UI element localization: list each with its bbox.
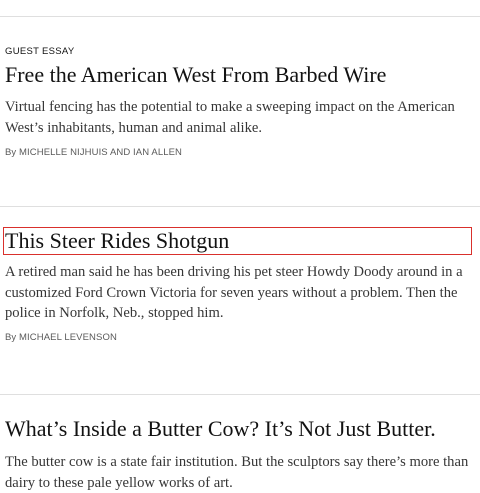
section-divider	[0, 206, 480, 207]
article-headline-link[interactable]: What’s Inside a Butter Cow? It’s Not Jus…	[5, 416, 436, 441]
article-headline[interactable]: What’s Inside a Butter Cow? It’s Not Jus…	[5, 416, 436, 442]
article-byline: By Michelle Nijhuis and Ian Allen	[5, 147, 182, 158]
section-divider	[0, 16, 480, 17]
article-headline-link[interactable]: Free the American West From Barbed Wire	[5, 62, 386, 87]
byline-authors: Michael Levenson	[19, 332, 117, 343]
article-summary: Virtual fencing has the potential to mak…	[5, 99, 455, 136]
article-byline: By Michael Levenson	[5, 332, 117, 343]
byline-authors: Michelle Nijhuis and Ian Allen	[19, 147, 183, 158]
article-kicker: Guest Essay	[5, 46, 75, 57]
article-headline[interactable]: Free the American West From Barbed Wire	[5, 62, 386, 88]
article-headline-link[interactable]: This Steer Rides Shotgun	[5, 228, 229, 253]
section-divider	[0, 394, 480, 395]
article-headline[interactable]: This Steer Rides Shotgun	[3, 227, 472, 255]
article-summary: The butter cow is a state fair instituti…	[5, 454, 469, 491]
byline-prefix: By	[5, 147, 17, 158]
article-summary: A retired man said he has been driving h…	[5, 264, 463, 321]
byline-prefix: By	[5, 332, 17, 343]
